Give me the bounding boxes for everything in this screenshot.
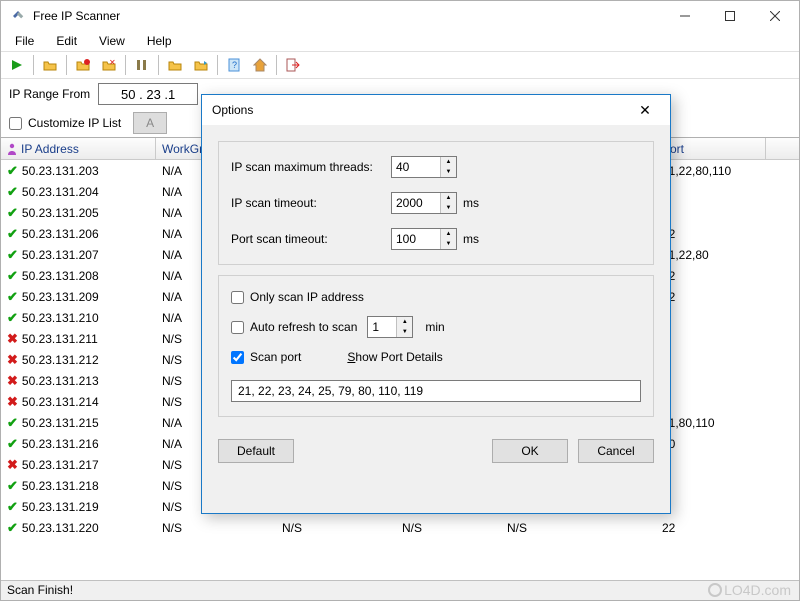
default-button[interactable]: Default <box>218 439 294 463</box>
menu-edit[interactable]: Edit <box>46 32 87 50</box>
svg-text:?: ? <box>232 60 237 70</box>
folder-open-icon[interactable] <box>38 53 62 77</box>
scan-options-group: Only scan IP address Auto refresh to sca… <box>218 275 654 417</box>
col-port[interactable]: Port <box>656 138 766 159</box>
app-icon <box>11 8 27 24</box>
ok-button[interactable]: OK <box>492 439 568 463</box>
ip-timeout-input[interactable]: ▲▼ <box>391 192 457 214</box>
min-label: min <box>425 320 444 334</box>
dialog-titlebar: Options ✕ <box>202 95 670 125</box>
menu-view[interactable]: View <box>89 32 135 50</box>
ip-max-threads-label: IP scan maximum threads: <box>231 160 391 174</box>
ip-range-from-label: IP Range From <box>9 87 90 101</box>
scan-port-checkbox[interactable] <box>231 351 244 364</box>
customize-ip-list-label: Customize IP List <box>28 116 121 130</box>
ports-input[interactable] <box>231 380 641 402</box>
folder-icon[interactable] <box>163 53 187 77</box>
scan-settings-group: IP scan maximum threads: ▲▼ IP scan time… <box>218 141 654 265</box>
port-timeout-input[interactable]: ▲▼ <box>391 228 457 250</box>
minimize-button[interactable] <box>662 2 707 30</box>
only-scan-ip-checkbox[interactable] <box>231 291 244 304</box>
port-timeout-label: Port scan timeout: <box>231 232 391 246</box>
customize-ip-list-checkbox[interactable]: Customize IP List <box>9 116 121 130</box>
add-button[interactable]: A <box>133 112 167 134</box>
only-scan-ip-label: Only scan IP address <box>250 290 364 304</box>
menu-help[interactable]: Help <box>137 32 182 50</box>
auto-refresh-label: Auto refresh to scan <box>250 320 357 334</box>
scan-port-label: Scan port <box>250 350 301 364</box>
auto-refresh-checkbox[interactable] <box>231 321 244 334</box>
table-row[interactable]: ✔50.23.131.220N/SN/SN/SN/S22 <box>1 517 799 538</box>
window-title: Free IP Scanner <box>33 9 662 23</box>
exit-icon[interactable] <box>281 53 305 77</box>
dialog-title: Options <box>212 103 630 117</box>
window-titlebar: Free IP Scanner <box>1 1 799 31</box>
play-icon[interactable] <box>5 53 29 77</box>
ip-range-from-input[interactable] <box>98 83 198 105</box>
menubar: File Edit View Help <box>1 31 799 51</box>
menu-file[interactable]: File <box>5 32 44 50</box>
ms-label: ms <box>463 196 479 210</box>
folder-export-icon[interactable] <box>189 53 213 77</box>
delete-icon[interactable]: ✕ <box>97 53 121 77</box>
svg-text:✕: ✕ <box>109 59 116 67</box>
auto-refresh-min-input[interactable]: ▲▼ <box>367 316 413 338</box>
ip-max-threads-input[interactable]: ▲▼ <box>391 156 457 178</box>
save-icon[interactable] <box>71 53 95 77</box>
toolbar: ✕ ? <box>1 51 799 79</box>
watermark: LO4D.com <box>708 582 791 598</box>
dialog-close-icon[interactable]: ✕ <box>630 102 660 119</box>
options-dialog: Options ✕ IP scan maximum threads: ▲▼ IP… <box>201 94 671 514</box>
show-port-details-link[interactable]: Show Port Details <box>347 350 442 364</box>
maximize-button[interactable] <box>707 2 752 30</box>
help-icon[interactable]: ? <box>222 53 246 77</box>
options-icon[interactable] <box>130 53 154 77</box>
close-button[interactable] <box>752 2 797 30</box>
ip-timeout-label: IP scan timeout: <box>231 196 391 210</box>
cancel-button[interactable]: Cancel <box>578 439 654 463</box>
col-ip[interactable]: IP Address <box>1 138 156 159</box>
ms-label-2: ms <box>463 232 479 246</box>
home-icon[interactable] <box>248 53 272 77</box>
status-bar: Scan Finish! <box>1 580 799 600</box>
person-icon <box>7 143 17 155</box>
